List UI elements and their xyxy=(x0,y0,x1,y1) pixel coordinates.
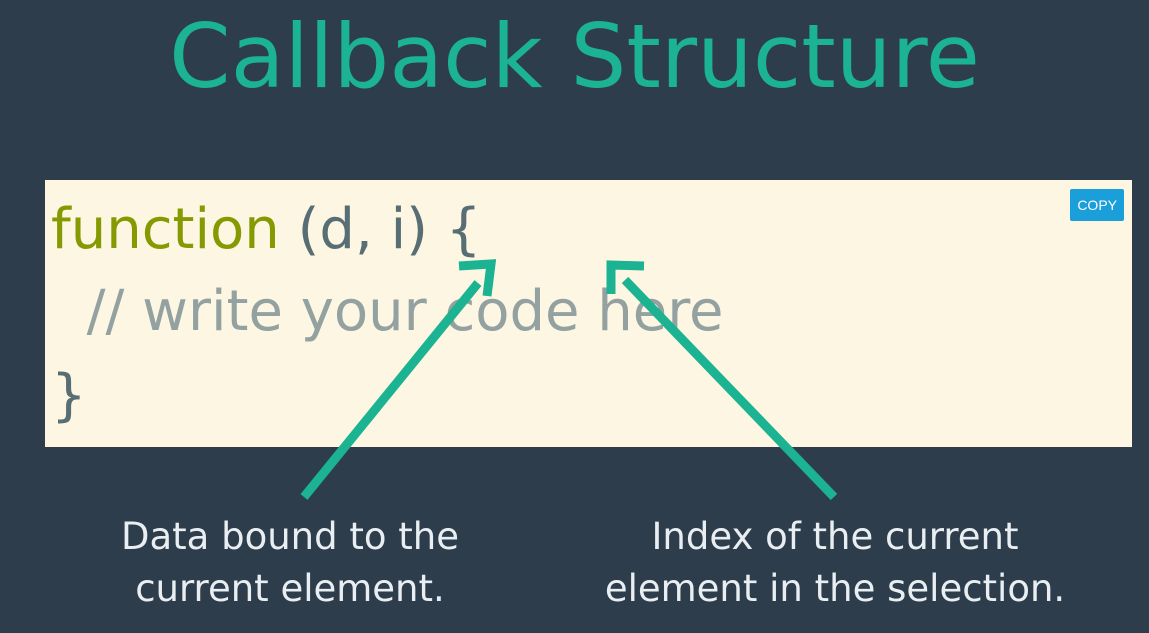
function-params: (d, i) { xyxy=(279,197,482,262)
code-line-closing-brace: } xyxy=(51,363,87,428)
caption-index-line2: element in the selection. xyxy=(604,567,1066,610)
caption-index-line1: Index of the current xyxy=(651,515,1019,558)
copy-button[interactable]: COPY xyxy=(1070,189,1124,221)
code-line-comment: // write your code here xyxy=(51,279,724,344)
caption-index: Index of the current element in the sele… xyxy=(590,511,1080,615)
caption-data-bound-line1: Data bound to the xyxy=(120,515,459,558)
caption-data-bound-line2: current element. xyxy=(135,567,445,610)
code-line-function: function (d, i) { xyxy=(51,190,481,270)
slide-title: Callback Structure xyxy=(169,5,980,108)
caption-data-bound: Data bound to the current element. xyxy=(90,511,490,615)
code-block: function (d, i) { // write your code her… xyxy=(45,180,1132,447)
function-keyword: function xyxy=(51,197,280,262)
